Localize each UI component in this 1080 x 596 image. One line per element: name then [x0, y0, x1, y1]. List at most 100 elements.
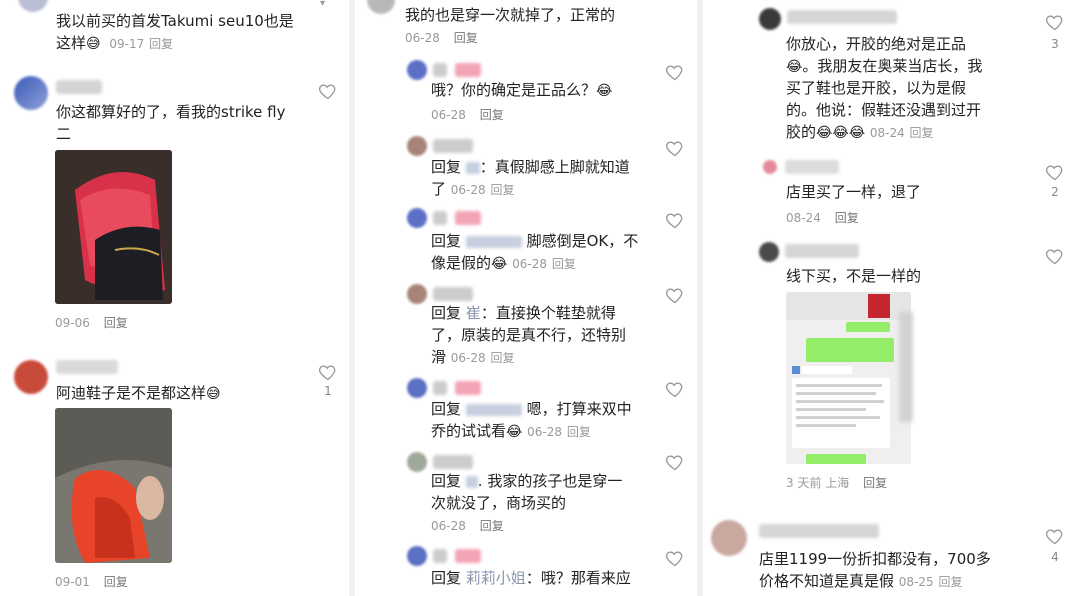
reply-button[interactable]: 回复 [938, 575, 962, 589]
reply-button[interactable]: 回复 [835, 211, 859, 225]
like-heart-icon[interactable] [665, 379, 685, 399]
like-count: 3 [1051, 37, 1059, 51]
comment-photo-orange-shoe[interactable] [55, 408, 172, 563]
username[interactable] [433, 63, 447, 77]
avatar[interactable] [407, 284, 427, 304]
like-heart-icon[interactable] [1045, 12, 1065, 32]
username[interactable] [56, 360, 118, 374]
comment-text: 店里1199一份折扣都没有，700多 价格不知道是真是假 08-25 回复 [759, 550, 991, 590]
avatar[interactable] [763, 160, 777, 174]
like-heart-icon[interactable] [1045, 526, 1065, 546]
reply-button[interactable]: 回复 [863, 476, 887, 490]
like-count: 1 [324, 384, 332, 398]
comment-date: 06-28 [512, 257, 548, 271]
avatar[interactable] [407, 378, 427, 398]
username[interactable] [433, 455, 473, 469]
user-tag [455, 211, 481, 225]
avatar[interactable] [18, 0, 48, 12]
reply-button[interactable]: 回复 [480, 519, 504, 533]
reply-button[interactable]: 回复 [104, 575, 128, 589]
like-count: 4 [1051, 550, 1059, 564]
username[interactable] [785, 160, 839, 174]
like-heart-icon[interactable] [665, 210, 685, 230]
reply-mention[interactable]: 崔 [466, 304, 481, 322]
like-heart-icon[interactable] [665, 548, 685, 568]
reply-button[interactable]: 回复 [490, 351, 514, 365]
user-tag [455, 63, 481, 77]
reply-button[interactable]: 回复 [454, 31, 478, 45]
comment-text: 回复 崔：直接换个鞋垫就得 了，原装的是真不行，还特别 滑 06-28 回复 [431, 304, 627, 366]
like-heart-icon[interactable] [665, 62, 685, 82]
reply-button[interactable]: 回复 [490, 183, 514, 197]
comment-date: 09-17 [109, 37, 145, 51]
reply-button[interactable]: 回复 [104, 316, 128, 330]
reply-button[interactable]: 回复 [910, 126, 934, 140]
comment-meta: 09-01 回复 [55, 573, 128, 590]
like-heart-icon[interactable] [665, 138, 685, 158]
username[interactable] [787, 10, 897, 24]
username[interactable] [433, 549, 447, 563]
emoji-icon: 😂 [596, 83, 613, 99]
avatar[interactable] [407, 452, 427, 472]
chevron-down-icon[interactable]: ▾ [320, 0, 332, 9]
comment-text: 线下买，不是一样的 [786, 267, 922, 285]
like-heart-icon[interactable] [318, 362, 338, 382]
comment-meta: 06-28 回复 [431, 517, 504, 534]
photo-side-thumbnail [899, 312, 913, 422]
comment-date: 06-28 [405, 31, 440, 45]
comment-text: 我的也是穿一次就掉了，正常的 [405, 6, 616, 24]
comment-photo-red-shoe[interactable] [55, 150, 172, 304]
like-heart-icon[interactable] [1045, 162, 1065, 182]
avatar[interactable] [407, 136, 427, 156]
username[interactable] [56, 80, 102, 94]
reply-button[interactable]: 回复 [567, 425, 591, 439]
comment-text: 我以前买的首发Takumi seu10也是 [56, 12, 294, 30]
username[interactable] [759, 524, 879, 538]
reply-button[interactable]: 回复 [480, 108, 504, 122]
avatar[interactable] [407, 208, 427, 228]
comment-meta: 3 天前 上海 回复 [786, 474, 887, 491]
like-heart-icon[interactable] [1045, 246, 1065, 266]
comment-text: 你放心，开胶的绝对是正品 😂。我朋友在奥莱当店长，我 买了鞋也是开胶，以为是假 … [786, 35, 983, 141]
comment-location: 3 天前 上海 [786, 476, 850, 490]
comment-text: 你这都算好的了，看我的strike fly 二 [56, 103, 286, 143]
comment-panel-middle: 我的也是穿一次就掉了，正常的 06-28 回复 哦？你的确定是正品么？😂 06-… [355, 0, 697, 596]
comment-text: 回复 脚感倒是OK，不 像是假的😂 06-28 回复 [431, 232, 639, 272]
avatar[interactable] [759, 8, 781, 30]
comment-meta: 06-28 回复 [405, 29, 478, 46]
username[interactable] [433, 381, 447, 395]
reply-button[interactable]: 回复 [149, 37, 173, 51]
emoji-icon: 😂 [506, 424, 523, 440]
username[interactable] [785, 244, 859, 258]
avatar[interactable] [407, 60, 427, 80]
avatar[interactable] [759, 242, 779, 262]
avatar[interactable] [14, 76, 48, 110]
avatar[interactable] [367, 0, 395, 14]
username[interactable] [433, 139, 473, 153]
comment-date: 06-28 [450, 351, 486, 365]
reply-button[interactable]: 回复 [552, 257, 576, 271]
username[interactable] [433, 287, 473, 301]
username[interactable] [433, 211, 447, 225]
avatar[interactable] [14, 360, 48, 394]
like-heart-icon[interactable] [665, 452, 685, 472]
comment-photo-chat-screenshot[interactable] [786, 292, 911, 464]
like-heart-icon[interactable] [318, 81, 338, 101]
emoji-icon: 😂 [816, 125, 833, 141]
emoji-icon: 😂 [491, 256, 508, 272]
comment-date: 08-25 [898, 575, 934, 589]
comment-text: 阿迪鞋子是不是都这样😅 [56, 384, 221, 402]
reply-mention[interactable]: 莉莉小姐 [466, 569, 526, 587]
user-tag [455, 549, 481, 563]
like-count: 2 [1051, 185, 1059, 199]
comment-text: 这样😅 09-17 回复 [56, 34, 174, 52]
comment-date: 08-24 [869, 126, 905, 140]
comment-text: 回复 嗯，打算来双中 乔的试试看😂 06-28 回复 [431, 400, 632, 440]
avatar[interactable] [711, 520, 747, 556]
comment-meta: 06-28 回复 [431, 106, 504, 123]
avatar[interactable] [407, 546, 427, 566]
comment-panel-left: ▾ 我以前买的首发Takumi seu10也是 这样😅 09-17 回复 你这都… [0, 0, 350, 596]
emoji-icon: 😂 [786, 59, 803, 75]
comment-date: 08-24 [786, 211, 821, 225]
comment-date: 09-01 [55, 575, 90, 589]
